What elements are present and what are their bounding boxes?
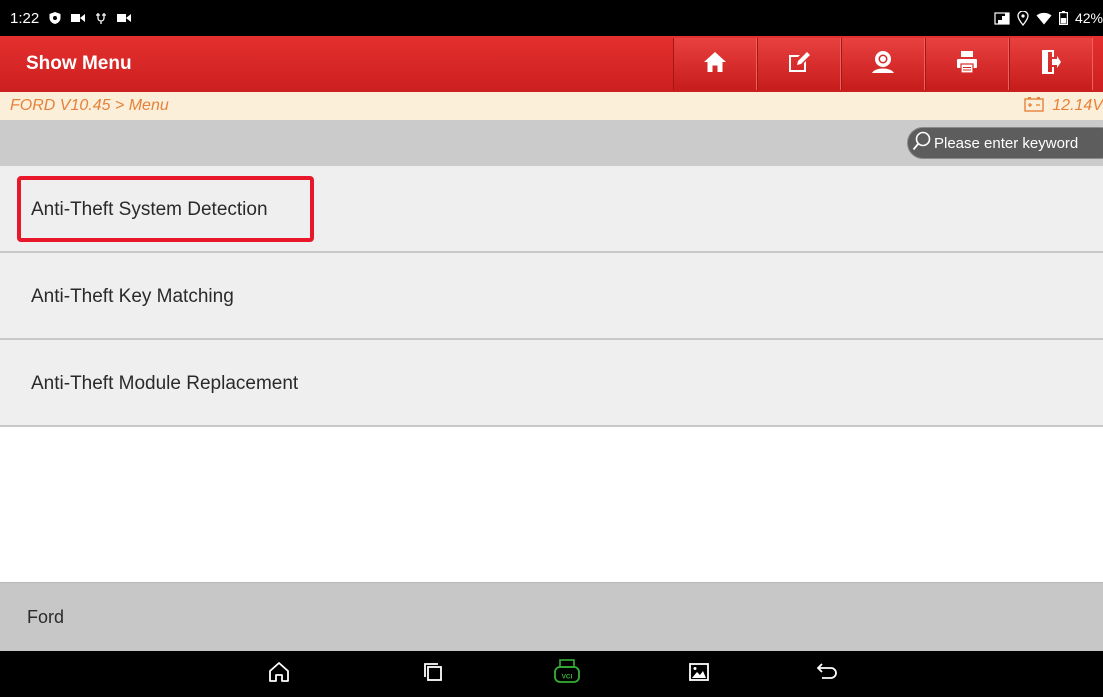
menu-list: Anti-Theft System Detection Anti-Theft K…	[0, 166, 1103, 427]
usb-debug-icon	[94, 11, 108, 25]
title-bar: Show Menu	[0, 36, 1103, 92]
exit-button[interactable]	[1009, 38, 1093, 90]
battery-voltage-icon	[1024, 96, 1044, 117]
menu-item-anti-theft-system-detection[interactable]: Anti-Theft System Detection	[0, 166, 1103, 253]
menu-item-anti-theft-module-replacement[interactable]: Anti-Theft Module Replacement	[0, 340, 1103, 427]
nav-bar: VCI	[0, 651, 1103, 697]
footer-label: Ford	[27, 607, 65, 627]
status-time: 1:22	[10, 9, 40, 27]
battery-percent: 42%	[1074, 10, 1103, 26]
menu-item-anti-theft-key-matching[interactable]: Anti-Theft Key Matching	[0, 253, 1103, 340]
image-icon	[689, 662, 709, 686]
exit-icon	[1041, 49, 1061, 80]
page-title: Show Menu	[26, 53, 132, 74]
wifi-icon	[1036, 12, 1052, 25]
nav-screenshot-button[interactable]	[674, 651, 724, 697]
print-icon	[956, 50, 978, 79]
home-outline-icon	[268, 661, 290, 688]
toolbar	[673, 38, 1093, 90]
footer-bar: Ford	[0, 582, 1103, 651]
vci-label: VCI	[562, 673, 573, 680]
user-icon	[870, 50, 896, 79]
voltage-indicator: 12.14V	[1024, 92, 1103, 120]
home-button[interactable]	[673, 38, 757, 90]
edit-icon	[787, 50, 811, 79]
video-icon	[71, 13, 86, 23]
nav-home-button[interactable]	[254, 651, 304, 697]
print-button[interactable]	[925, 38, 1009, 90]
video-icon-2	[117, 13, 132, 23]
search-box[interactable]	[907, 127, 1103, 159]
menu-item-label: Anti-Theft Module Replacement	[31, 373, 299, 394]
edit-button[interactable]	[757, 38, 841, 90]
nav-back-button[interactable]	[802, 651, 852, 697]
battery-icon	[1058, 11, 1068, 25]
status-right: 42%	[994, 0, 1103, 36]
cast-icon	[994, 11, 1010, 25]
home-icon	[703, 51, 727, 78]
voltage-value: 12.14V	[1052, 97, 1103, 114]
vci-icon: VCI	[553, 658, 581, 690]
status-left: 1:22	[10, 9, 132, 27]
breadcrumb-bar: FORD V10.45 > Menu 12.14V	[0, 92, 1103, 120]
location-icon	[1017, 10, 1029, 26]
back-icon	[816, 662, 838, 687]
search-row	[0, 120, 1103, 166]
user-button[interactable]	[841, 38, 925, 90]
menu-item-label: Anti-Theft System Detection	[31, 199, 268, 220]
recents-icon	[423, 662, 443, 687]
nav-vci-button[interactable]: VCI	[542, 651, 592, 697]
menu-item-label: Anti-Theft Key Matching	[31, 286, 234, 307]
status-bar: 1:22 42%	[0, 0, 1103, 36]
search-input[interactable]	[934, 134, 1103, 152]
breadcrumb: FORD V10.45 > Menu	[10, 97, 169, 114]
search-icon	[912, 131, 932, 156]
shield-icon	[48, 11, 62, 25]
nav-recents-button[interactable]	[408, 651, 458, 697]
